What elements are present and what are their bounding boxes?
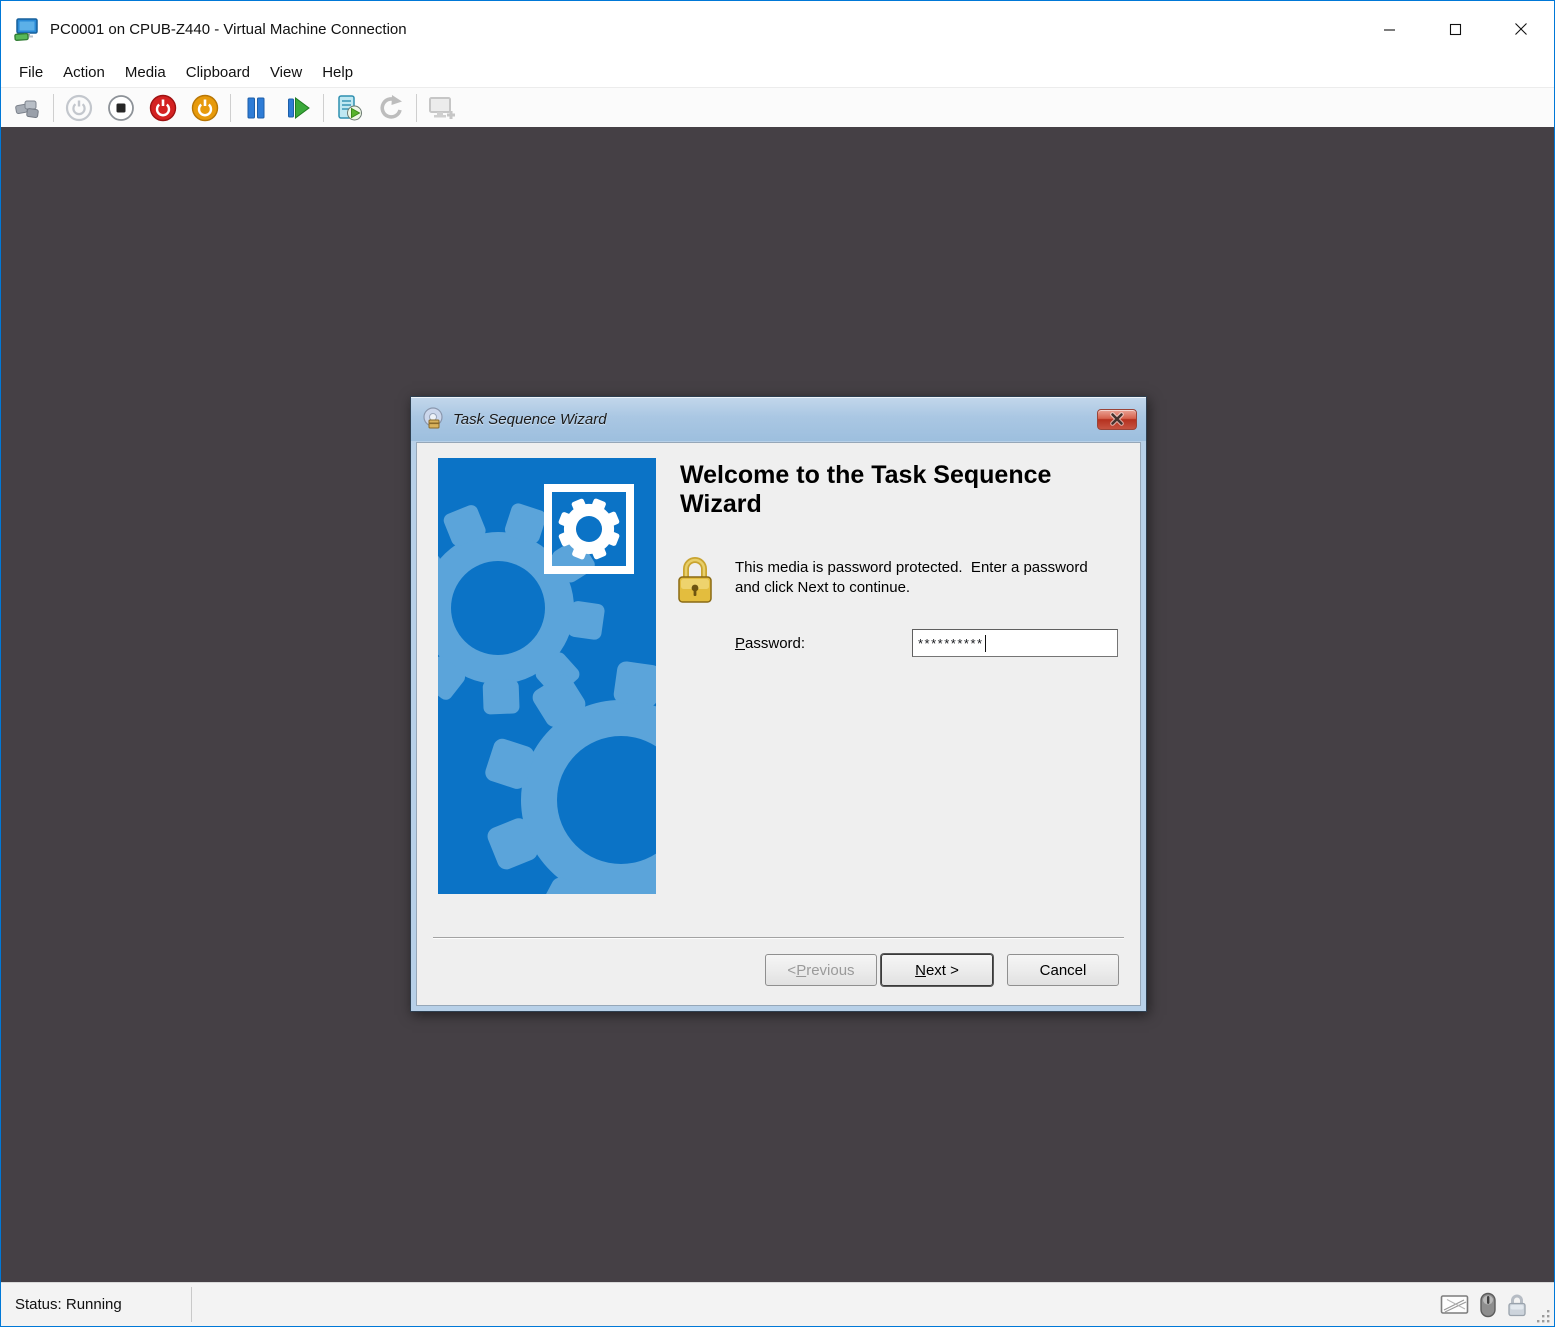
menu-clipboard[interactable]: Clipboard — [176, 61, 260, 84]
mouse-indicator-icon — [1480, 1292, 1496, 1317]
wizard-branding-panel — [438, 458, 656, 894]
cancel-button[interactable]: Cancel — [1007, 954, 1119, 986]
toolbar-separator — [416, 93, 417, 122]
maximize-icon — [1449, 23, 1461, 35]
revert-icon — [380, 94, 402, 119]
toolbar — [1, 87, 1554, 127]
statusbar: Status: Running — [1, 1282, 1554, 1326]
next-button[interactable]: Next > — [881, 954, 993, 986]
start-button[interactable] — [58, 91, 100, 125]
enhanced-session-icon — [429, 96, 455, 119]
menu-action[interactable]: Action — [53, 61, 115, 84]
previous-button[interactable]: < Previous — [765, 954, 877, 986]
minimize-button[interactable] — [1356, 1, 1422, 57]
task-sequence-wizard-dialog: Task Sequence Wizard Welcome to the Task… — [410, 396, 1147, 1012]
dialog-separator — [433, 937, 1124, 939]
revert-button[interactable] — [370, 91, 412, 125]
menu-help[interactable]: Help — [312, 61, 363, 84]
dialog-close-icon — [1110, 412, 1124, 426]
toolbar-separator — [323, 93, 324, 122]
close-icon — [1515, 23, 1527, 35]
start-icon — [65, 94, 93, 121]
pause-icon — [247, 97, 265, 118]
password-label: Password: — [735, 635, 806, 652]
padlock-icon — [678, 557, 712, 603]
checkpoint-button[interactable] — [328, 91, 370, 125]
keyboard-indicator-icon — [1440, 1294, 1469, 1314]
password-masked-value: ********** — [918, 635, 984, 651]
text-caret — [984, 634, 987, 652]
dialog-close-button[interactable] — [1097, 408, 1137, 430]
maximize-button[interactable] — [1422, 1, 1488, 57]
wizard-heading: Welcome to the Task Sequence Wizard — [680, 461, 1052, 518]
ctrl-alt-del-icon — [15, 100, 39, 118]
shut-down-icon — [149, 94, 177, 121]
dialog-titlebar[interactable]: Task Sequence Wizard — [411, 397, 1146, 441]
vm-status: Status: Running — [15, 1296, 122, 1313]
window-controls — [1356, 1, 1554, 57]
menu-file[interactable]: File — [9, 61, 53, 84]
statusbar-icons — [1440, 1283, 1528, 1326]
save-icon — [191, 94, 219, 121]
vmconnect-window: PC0001 on CPUB-Z440 - Virtual Machine Co… — [0, 0, 1555, 1327]
save-button[interactable] — [184, 91, 226, 125]
toolbar-separator — [230, 93, 231, 122]
dialog-content: Welcome to the Task Sequence Wizard This… — [416, 442, 1141, 1006]
enhanced-session-button[interactable] — [421, 91, 463, 125]
dialog-title: Task Sequence Wizard — [453, 410, 607, 428]
menu-media[interactable]: Media — [115, 61, 176, 84]
vmconnect-app-icon — [14, 17, 38, 41]
checkpoint-icon — [338, 94, 362, 120]
reset-icon — [288, 96, 310, 119]
task-sequence-media-icon — [423, 407, 443, 429]
password-protected-message: This media is password protected. Enter … — [735, 559, 1088, 597]
shut-down-button[interactable] — [142, 91, 184, 125]
vm-display[interactable]: Task Sequence Wizard Welcome to the Task… — [1, 127, 1554, 1282]
minimize-icon — [1383, 28, 1395, 31]
password-input[interactable]: ********** — [912, 629, 1118, 657]
toolbar-separator — [53, 93, 54, 122]
statusbar-divider — [191, 1287, 192, 1322]
menu-view[interactable]: View — [260, 61, 312, 84]
turn-off-button[interactable] — [100, 91, 142, 125]
ctrl-alt-del-button[interactable] — [7, 91, 49, 125]
lock-indicator-icon — [1508, 1294, 1526, 1316]
pause-button[interactable] — [235, 91, 277, 125]
menubar: File Action Media Clipboard View Help — [1, 57, 1554, 87]
window-title: PC0001 on CPUB-Z440 - Virtual Machine Co… — [50, 20, 407, 38]
reset-button[interactable] — [277, 91, 319, 125]
resize-grip[interactable] — [1537, 1309, 1551, 1323]
turn-off-icon — [108, 94, 134, 121]
titlebar[interactable]: PC0001 on CPUB-Z440 - Virtual Machine Co… — [1, 1, 1554, 57]
close-button[interactable] — [1488, 1, 1554, 57]
